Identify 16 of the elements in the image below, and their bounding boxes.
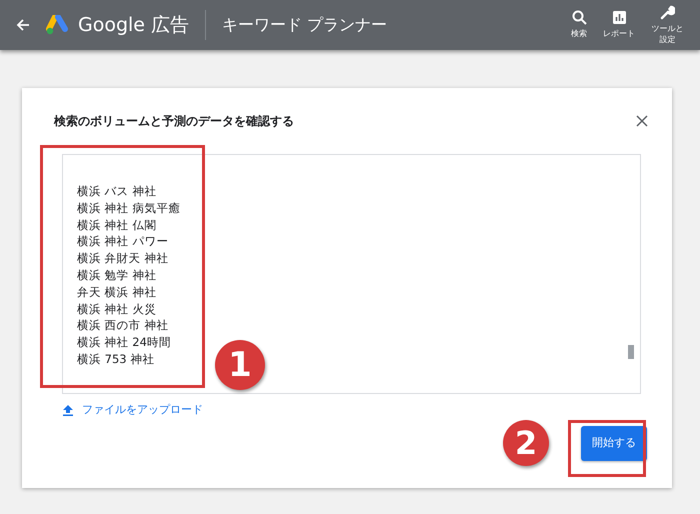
chart-icon[interactable] bbox=[612, 10, 627, 26]
wrench-icon[interactable] bbox=[660, 5, 676, 20]
product-name: Google 広告 bbox=[78, 12, 190, 38]
close-icon[interactable] bbox=[636, 115, 648, 127]
logo-icon bbox=[46, 15, 70, 35]
upload-file-link[interactable]: ファイルをアップロード bbox=[62, 402, 203, 418]
toolbar-label[interactable]: 検索 bbox=[571, 29, 588, 40]
page-title: キーワード プランナー bbox=[222, 14, 388, 36]
start-button[interactable]: 開始する bbox=[581, 426, 647, 460]
dialog-title: 検索のボリュームと予測のデータを確認する bbox=[54, 113, 294, 130]
search-icon[interactable] bbox=[572, 10, 587, 26]
upload-icon[interactable] bbox=[62, 404, 74, 416]
back-arrow-icon[interactable] bbox=[16, 18, 30, 32]
toolbar-label[interactable]: レポート bbox=[603, 29, 636, 40]
scrollbar[interactable] bbox=[628, 345, 634, 359]
toolbar-label[interactable]: ツールと設定 bbox=[651, 24, 684, 45]
